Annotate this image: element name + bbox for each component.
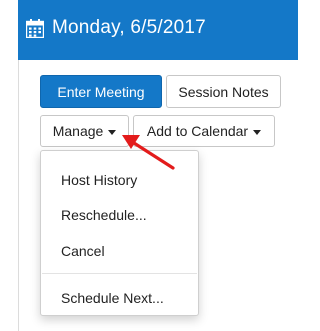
- menu-item-reschedule[interactable]: Reschedule...: [41, 199, 198, 231]
- menu-divider: [42, 273, 197, 274]
- menu-item-host-history[interactable]: Host History: [41, 164, 198, 196]
- enter-meeting-label: Enter Meeting: [57, 83, 145, 100]
- enter-meeting-button[interactable]: Enter Meeting: [40, 75, 162, 108]
- manage-dropdown-menu: Host History Reschedule... Cancel Schedu…: [40, 150, 199, 316]
- calendar-icon: [26, 18, 44, 38]
- page: Monday, 6/5/2017 Enter Meeting Session N…: [0, 0, 298, 331]
- add-to-calendar-label: Add to Calendar: [146, 123, 249, 139]
- add-to-calendar-dropdown-button[interactable]: Add to Calendar: [133, 115, 275, 147]
- page-title: Monday, 6/5/2017: [52, 17, 206, 38]
- manage-dropdown-button[interactable]: Manage: [40, 115, 129, 147]
- session-notes-button[interactable]: Session Notes: [166, 75, 281, 108]
- menu-item-schedule-next[interactable]: Schedule Next...: [41, 282, 198, 314]
- date-header: Monday, 6/5/2017: [18, 0, 298, 60]
- manage-label: Manage: [52, 123, 104, 139]
- caret-down-icon: [253, 129, 262, 135]
- menu-item-cancel[interactable]: Cancel: [41, 235, 198, 267]
- session-notes-label: Session Notes: [178, 83, 269, 100]
- caret-down-icon: [108, 129, 117, 135]
